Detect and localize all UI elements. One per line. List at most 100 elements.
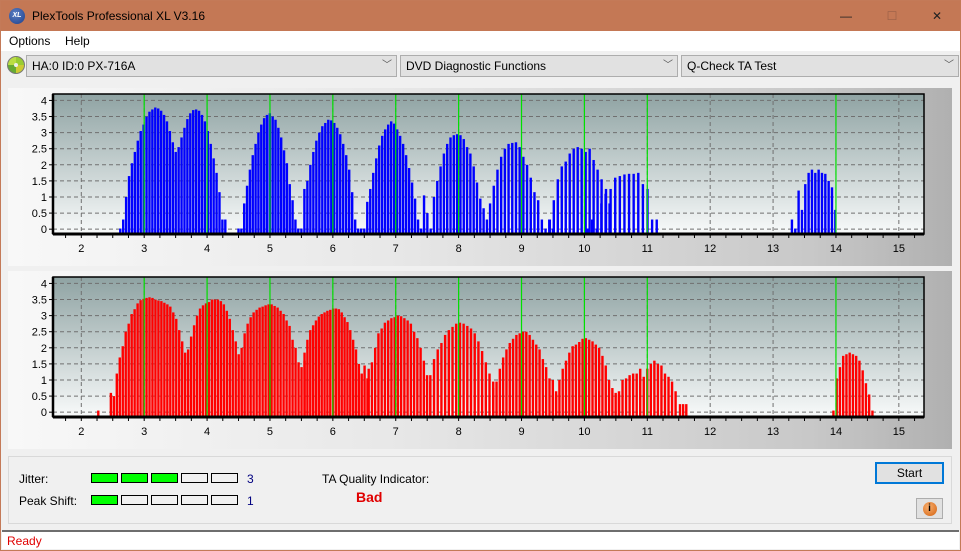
- histogram-bar: [674, 391, 677, 417]
- histogram-bar: [303, 188, 306, 234]
- y-tick-label: 0: [41, 407, 47, 419]
- info-button[interactable]: i: [916, 498, 943, 519]
- histogram-bar: [580, 148, 583, 234]
- histogram-bar: [442, 153, 446, 234]
- histogram-bar: [807, 172, 810, 234]
- histogram-bar: [528, 334, 531, 417]
- histogram-bar: [180, 137, 183, 234]
- y-tick-label: 0: [41, 224, 47, 236]
- histogram-bar: [225, 310, 228, 417]
- x-tick-label: 6: [330, 426, 336, 438]
- histogram-bar: [245, 185, 249, 234]
- histogram-bar: [271, 116, 274, 234]
- y-tick-label: 1.5: [32, 359, 47, 371]
- histogram-bar: [525, 331, 528, 417]
- drive-select-value: HA:0 ID:0 PX-716A: [32, 59, 136, 73]
- histogram-bar: [451, 326, 454, 417]
- histogram-bar: [124, 331, 127, 417]
- menu-help[interactable]: Help: [65, 34, 90, 48]
- close-button[interactable]: ✕: [914, 1, 960, 31]
- histogram-bar: [207, 302, 211, 417]
- histogram-bar: [501, 357, 505, 417]
- histogram-bar: [531, 339, 535, 417]
- maximize-button[interactable]: ☐: [869, 1, 915, 31]
- histogram-bar: [372, 172, 375, 234]
- histogram-bar: [248, 169, 252, 234]
- histogram-bar: [396, 315, 400, 417]
- x-tick-label: 9: [518, 426, 524, 438]
- histogram-bar: [637, 172, 640, 234]
- histogram-bar: [804, 184, 807, 234]
- drive-select[interactable]: HA:0 ID:0 PX-716A ﹀: [26, 55, 397, 77]
- histogram-bar: [350, 192, 354, 234]
- x-tick-label: 4: [204, 426, 210, 438]
- chevron-down-icon: ﹀: [382, 60, 392, 71]
- histogram-bar: [314, 320, 318, 417]
- histogram-bar: [264, 305, 267, 417]
- histogram-bar: [291, 339, 294, 417]
- histogram-bar: [357, 363, 361, 417]
- histogram-bar: [552, 200, 555, 234]
- histogram-bar: [136, 140, 139, 234]
- histogram-bar: [507, 143, 510, 234]
- histogram-bar: [349, 330, 352, 417]
- histogram-bar: [548, 378, 551, 417]
- histogram-bar: [480, 351, 484, 417]
- disc-drive-icon: [7, 56, 25, 74]
- histogram-bar: [203, 121, 207, 234]
- histogram-bar: [139, 131, 142, 234]
- histogram-bar: [459, 135, 462, 234]
- x-tick-label: 14: [830, 426, 842, 438]
- histogram-bar: [515, 334, 518, 417]
- histogram-bar: [604, 365, 607, 417]
- histogram-bar: [213, 299, 217, 417]
- histogram-bar: [399, 316, 403, 417]
- histogram-bar: [380, 328, 383, 417]
- histogram-bar: [624, 378, 628, 417]
- window-title: PlexTools Professional XL V3.16: [32, 9, 205, 23]
- x-tick-label: 13: [767, 426, 779, 438]
- jitter-meter: [91, 473, 238, 483]
- histogram-bar: [389, 121, 393, 234]
- histogram-bar: [222, 304, 226, 417]
- ta-quality-value: Bad: [356, 489, 383, 505]
- histogram-bar: [455, 134, 459, 234]
- histogram-bar: [574, 344, 578, 417]
- histogram-bar: [337, 309, 341, 417]
- histogram-bar: [383, 322, 387, 417]
- menu-options[interactable]: Options: [9, 34, 50, 48]
- histogram-bar: [499, 156, 503, 234]
- histogram-bar: [390, 318, 393, 417]
- x-tick-label: 5: [267, 243, 273, 255]
- histogram-bar: [309, 164, 312, 234]
- y-tick-label: 0.5: [32, 391, 47, 403]
- start-button[interactable]: Start: [875, 462, 944, 484]
- histogram-bar: [252, 312, 255, 417]
- histogram-bar: [127, 176, 131, 234]
- function-select[interactable]: DVD Diagnostic Functions ﹀: [400, 55, 678, 77]
- histogram-bar: [237, 354, 240, 417]
- histogram-bar: [255, 309, 258, 417]
- histogram-bar: [381, 135, 384, 234]
- histogram-bar: [339, 134, 342, 234]
- x-tick-label: 3: [141, 426, 147, 438]
- histogram-bar: [162, 114, 166, 234]
- menu-bar: Options Help: [1, 31, 960, 51]
- histogram-bar: [346, 322, 349, 417]
- y-tick-label: 3: [41, 128, 47, 140]
- histogram-bar: [312, 151, 315, 234]
- histogram-bar: [274, 119, 277, 234]
- test-select[interactable]: Q-Check TA Test ﹀: [681, 55, 959, 77]
- histogram-bar: [588, 339, 591, 417]
- app-logo-icon: XL: [9, 8, 25, 24]
- title-bar[interactable]: XL PlexTools Professional XL V3.16 — ☐ ✕: [1, 1, 960, 31]
- jitter-meter-segment: [91, 473, 118, 483]
- peak-shift-meter-segment: [181, 495, 208, 505]
- peak-shift-label: Peak Shift:: [19, 494, 78, 508]
- histogram-bar: [632, 173, 635, 234]
- minimize-button[interactable]: —: [823, 1, 869, 31]
- histogram-bar: [472, 166, 475, 234]
- peak-shift-meter-segment: [121, 495, 148, 505]
- histogram-bar: [186, 119, 189, 234]
- y-tick-label: 1.5: [32, 176, 47, 188]
